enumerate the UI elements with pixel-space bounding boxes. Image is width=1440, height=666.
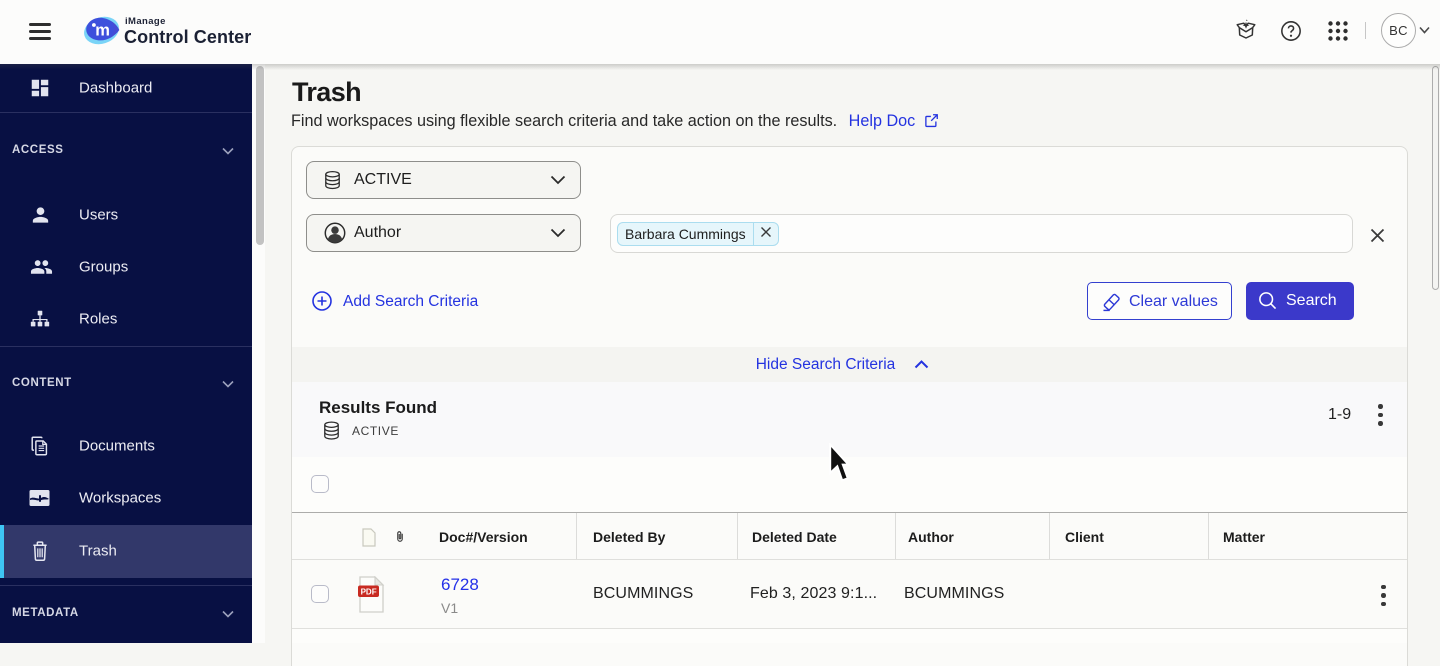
svg-text:PDF: PDF <box>361 587 377 596</box>
svg-text:m: m <box>95 22 110 40</box>
